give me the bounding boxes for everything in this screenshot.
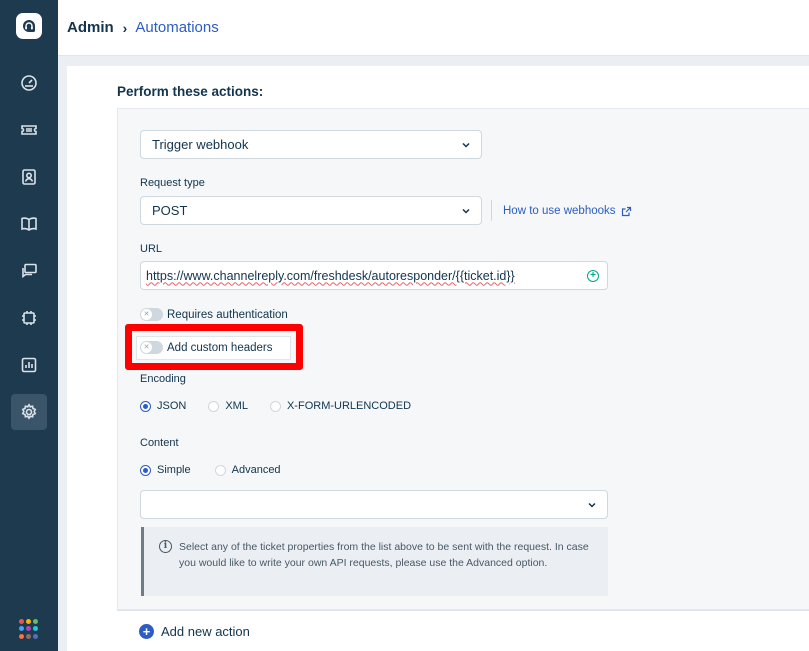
encoding-form-label: X-FORM-URLENCODED [286,400,412,412]
encoding-form-option[interactable]: X-FORM-URLENCODED [269,400,412,412]
radio-selected-icon[interactable] [140,464,151,476]
dashboard-icon[interactable] [11,65,47,101]
top-header: Admin › Automations [58,0,809,56]
content-advanced-option[interactable]: Advanced [214,464,281,476]
add-placeholder-icon[interactable]: + [587,270,599,282]
request-type-label: Request type [140,177,205,189]
url-label: URL [140,243,163,255]
content-radio-group: Simple Advanced [140,464,303,476]
reports-icon[interactable] [11,347,47,383]
content-advanced-label: Advanced [231,464,281,476]
breadcrumb-separator: › [122,19,128,36]
content-simple-label: Simple [157,464,191,476]
red-highlight-box [125,324,303,370]
left-nav [0,0,58,651]
breadcrumb-admin[interactable]: Admin [67,19,114,36]
contacts-icon[interactable] [11,159,47,195]
info-icon: i [159,540,172,553]
url-input[interactable]: https://www.channelreply.com/freshdesk/a… [140,261,608,290]
toggle-off-icon: ✕ [141,309,152,320]
how-to-use-webhooks-link[interactable]: How to use webhooks [503,205,632,217]
chevron-down-icon [462,142,470,148]
solutions-icon[interactable] [11,206,47,242]
help-link-text: How to use webhooks [503,205,616,217]
plus-circle-icon: + [139,623,154,639]
chevron-down-icon [588,502,596,508]
apps-grid-icon[interactable] [19,619,39,639]
content-simple-option[interactable]: Simple [140,464,191,476]
requires-authentication-toggle[interactable]: ✕ [140,308,163,321]
chevron-down-icon [462,208,470,214]
encoding-radio-group: JSON XML X-FORM-URLENCODED [140,400,433,412]
encoding-xml-label: XML [225,400,248,412]
encoding-xml-option[interactable]: XML [208,400,248,412]
breadcrumb-automations[interactable]: Automations [135,19,218,36]
divider [491,200,492,221]
encoding-json-label: JSON [157,400,187,412]
request-type-value: POST [152,203,188,218]
freshdesk-logo-icon[interactable] [16,13,42,39]
requires-authentication-label: Requires authentication [167,308,288,321]
content-label: Content [140,437,179,449]
add-new-action-label: Add new action [161,623,250,639]
action-type-value: Trigger webhook [152,137,249,152]
request-type-select[interactable]: POST [140,196,482,225]
radio-selected-icon[interactable] [140,400,151,412]
action-type-select[interactable]: Trigger webhook [140,130,482,159]
requires-authentication-toggle-row[interactable]: ✕ Requires authentication [140,308,288,321]
forums-icon[interactable] [11,253,47,289]
ticket-properties-select[interactable] [140,490,608,519]
tickets-icon[interactable] [11,112,47,148]
radio-icon[interactable] [269,400,281,412]
encoding-label: Encoding [140,373,186,385]
add-new-action-button[interactable]: + Add new action [117,610,809,651]
radio-icon[interactable] [214,464,226,476]
groups-icon[interactable] [11,300,47,336]
admin-gear-icon[interactable] [11,394,47,430]
section-title: Perform these actions: [117,84,264,99]
info-message: i Select any of the ticket properties fr… [141,527,608,596]
url-value: https://www.channelreply.com/freshdesk/a… [146,268,515,283]
info-text: Select any of the ticket properties from… [179,541,589,569]
encoding-json-option[interactable]: JSON [140,400,186,412]
external-link-icon [621,206,631,216]
breadcrumb: Admin › Automations [67,19,219,36]
radio-icon[interactable] [208,400,220,412]
